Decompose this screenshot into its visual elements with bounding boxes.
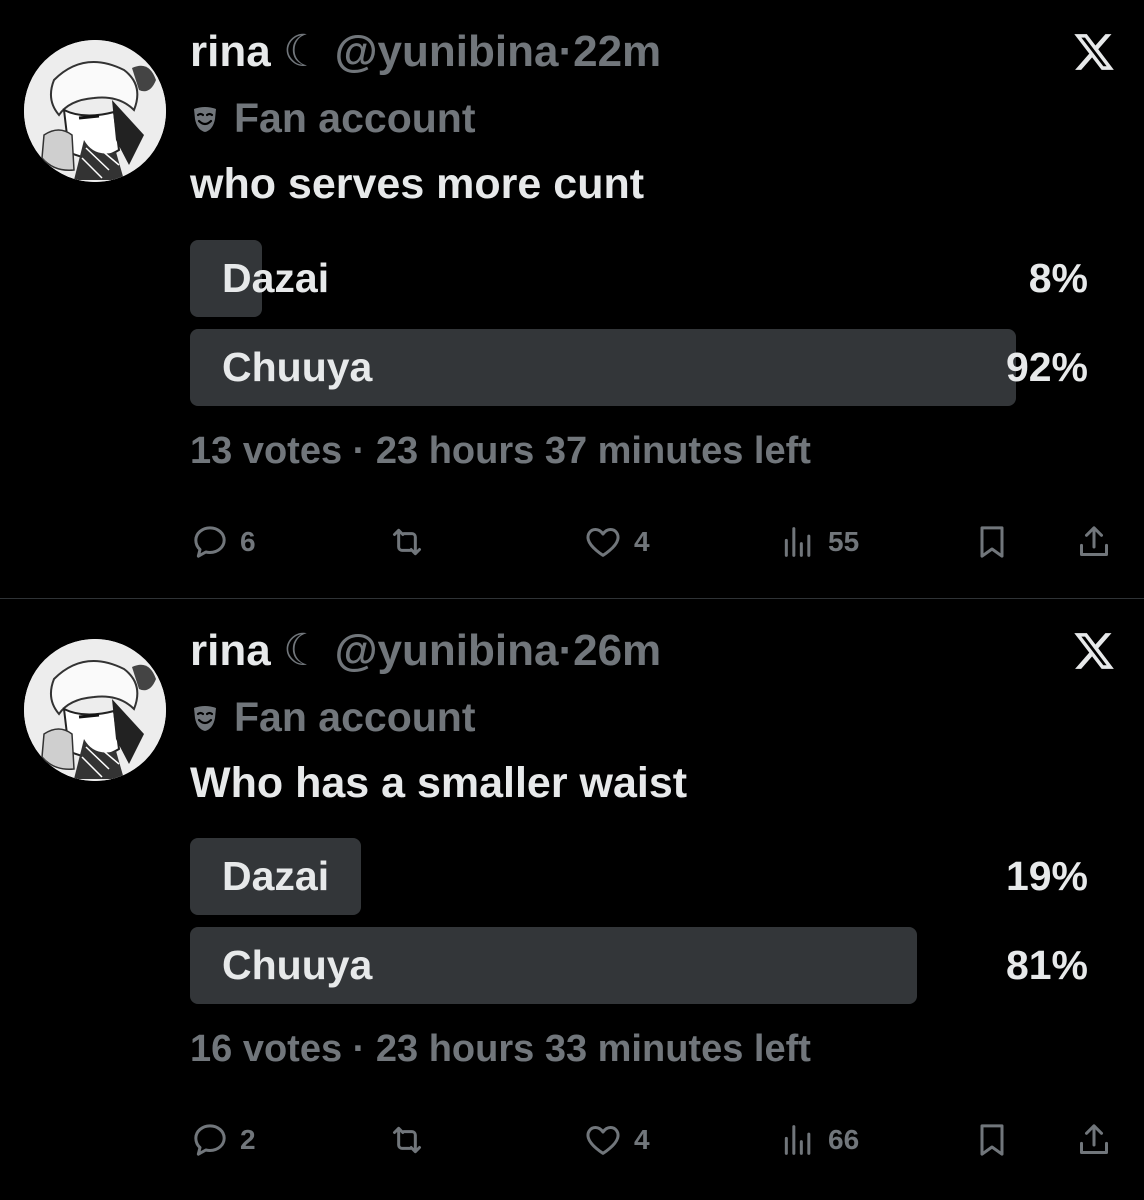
poll-option-label: Chuuya <box>222 942 373 988</box>
avatar[interactable] <box>24 639 166 781</box>
account-label-text: Fan account <box>234 694 476 740</box>
poll: Dazai 19% Chuuya 81% <box>190 838 1088 1016</box>
bookmark-icon <box>980 526 1004 558</box>
poll-option[interactable]: Dazai 8% <box>190 240 1088 317</box>
repost-button[interactable] <box>386 1115 438 1165</box>
repost-button[interactable] <box>386 517 438 567</box>
action-bar: 2 4 66 <box>190 1115 1120 1165</box>
account-label-text: Fan account <box>234 95 476 141</box>
poll-option-label: Dazai <box>222 255 330 301</box>
like-button[interactable]: 4 <box>582 517 650 567</box>
views-count: 55 <box>828 526 860 557</box>
share-icon <box>1080 1124 1108 1154</box>
reply-count: 6 <box>240 526 256 557</box>
reply-button[interactable]: 2 <box>190 1115 256 1165</box>
views-icon <box>784 1125 811 1155</box>
like-button[interactable]: 4 <box>582 1115 650 1165</box>
x-logo-icon[interactable] <box>1072 629 1116 673</box>
bookmark-button[interactable] <box>972 1115 1012 1165</box>
account-label: Fan account <box>190 95 475 142</box>
avatar[interactable] <box>24 40 166 182</box>
user-handle[interactable]: @yunibina <box>335 27 559 76</box>
poll: Dazai 8% Chuuya 92% <box>190 240 1088 418</box>
moon-symbol: ☾ <box>282 27 323 76</box>
like-count: 4 <box>634 526 650 557</box>
tweet-header: rina ☾ @yunibina·22m <box>190 26 661 77</box>
poll-option[interactable]: Chuuya 81% <box>190 927 1088 1004</box>
poll-option-percent: 19% <box>1005 853 1088 899</box>
share-button[interactable] <box>1074 517 1114 567</box>
vote-count: 16 votes <box>190 1028 343 1070</box>
poll-meta: 16 votes · 23 hours 33 minutes left <box>190 1028 811 1070</box>
vote-count: 13 votes <box>190 430 343 472</box>
views-count: 66 <box>828 1124 860 1155</box>
tweet-text: who serves more cunt <box>190 160 645 208</box>
separator: · <box>558 27 574 76</box>
account-label: Fan account <box>190 694 475 741</box>
tweet-text: Who has a smaller waist <box>190 759 688 807</box>
views-button[interactable]: 55 <box>778 517 859 567</box>
x-logo-icon[interactable] <box>1072 30 1116 74</box>
time-left: 23 hours 33 minutes left <box>375 1028 811 1070</box>
avatar-image <box>24 639 166 781</box>
theater-mask-icon <box>194 705 216 731</box>
poll-option-percent: 81% <box>1005 942 1088 988</box>
poll-option-label: Dazai <box>222 853 330 899</box>
bookmark-icon <box>980 1124 1004 1156</box>
tweet-header: rina ☾ @yunibina·26m <box>190 625 661 676</box>
action-bar: 6 4 55 <box>190 517 1120 567</box>
poll-option-percent: 8% <box>1028 255 1088 301</box>
time-left: 23 hours 37 minutes left <box>375 430 811 472</box>
avatar-image <box>24 40 166 182</box>
poll-option-label: Chuuya <box>222 344 373 390</box>
heart-icon <box>586 1126 620 1155</box>
views-icon <box>784 527 811 557</box>
reply-icon <box>194 526 226 558</box>
poll-option[interactable]: Chuuya 92% <box>190 329 1088 406</box>
display-name[interactable]: rina <box>190 626 271 675</box>
tweet[interactable]: rina ☾ @yunibina·26m Fan account Who has… <box>0 598 1144 1196</box>
display-name[interactable]: rina <box>190 27 271 76</box>
reply-button[interactable]: 6 <box>190 517 256 567</box>
tweet-time[interactable]: 22m <box>573 27 661 76</box>
heart-icon <box>586 528 620 557</box>
poll-option[interactable]: Dazai 19% <box>190 838 1088 915</box>
separator: · <box>558 626 574 675</box>
like-count: 4 <box>634 1124 650 1155</box>
share-button[interactable] <box>1074 1115 1114 1165</box>
bookmark-button[interactable] <box>972 517 1012 567</box>
views-button[interactable]: 66 <box>778 1115 859 1165</box>
tweet-time[interactable]: 26m <box>573 626 661 675</box>
poll-option-percent: 92% <box>1005 344 1088 390</box>
share-icon <box>1080 526 1108 556</box>
moon-symbol: ☾ <box>282 626 323 675</box>
reply-count: 2 <box>240 1124 256 1155</box>
user-handle[interactable]: @yunibina <box>335 626 559 675</box>
theater-mask-icon <box>194 106 216 132</box>
repost-icon <box>393 528 421 556</box>
repost-icon <box>393 1126 421 1154</box>
tweet[interactable]: rina ☾ @yunibina·22m Fan account who ser… <box>0 0 1144 597</box>
reply-icon <box>194 1124 226 1156</box>
poll-meta: 13 votes · 23 hours 37 minutes left <box>190 430 811 472</box>
